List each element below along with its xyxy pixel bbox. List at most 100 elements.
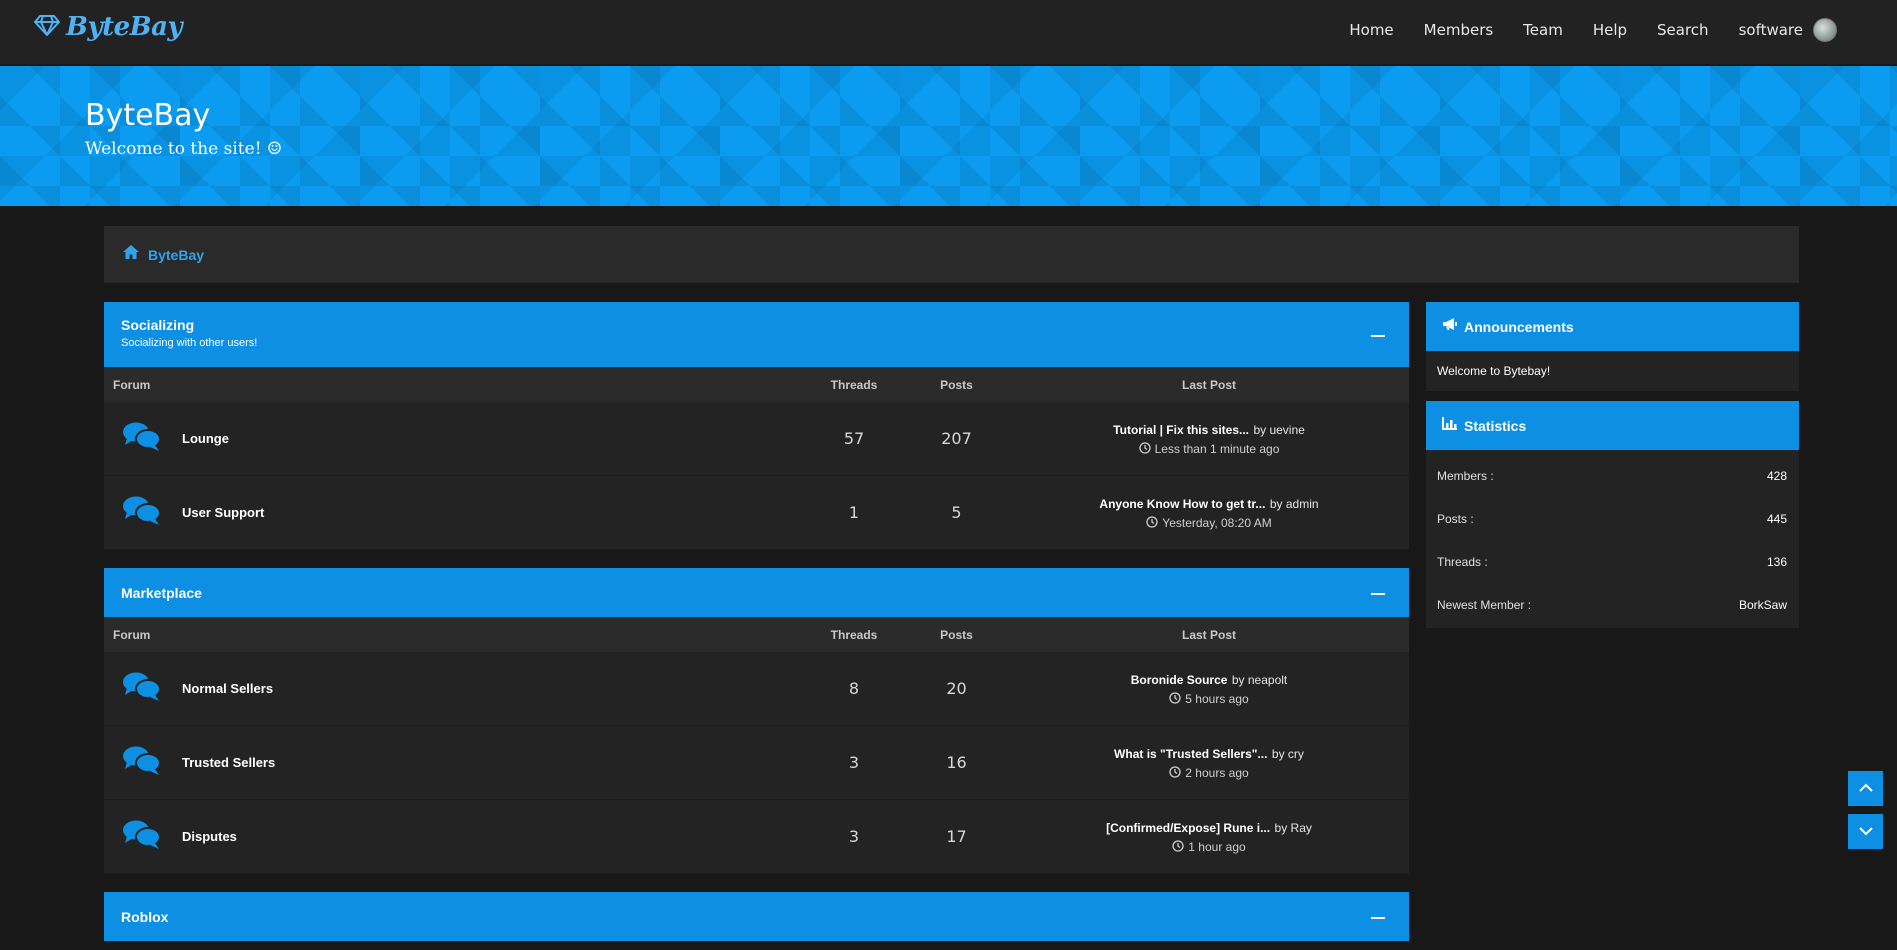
forum-link-lounge[interactable]: Lounge bbox=[182, 431, 229, 446]
statistics-header: Statistics bbox=[1426, 401, 1799, 450]
column-last-post: Last Post bbox=[1181, 627, 1236, 642]
thread-count: 3 bbox=[848, 753, 860, 772]
stat-label: Members : bbox=[1437, 468, 1494, 483]
user-name[interactable]: software bbox=[1739, 21, 1803, 39]
clock-icon bbox=[1169, 691, 1181, 707]
chat-bubbles-icon bbox=[122, 494, 162, 531]
stat-row: Posts : 445 bbox=[1426, 497, 1799, 540]
clock-icon bbox=[1169, 765, 1181, 781]
last-post-title[interactable]: Tutorial | Fix this sites... bbox=[1113, 423, 1249, 437]
thread-count: 3 bbox=[848, 827, 860, 846]
top-navbar: ByteBay Home Members Team Help Search so… bbox=[0, 0, 1897, 65]
forum-row: Disputes 3 17 [Confirmed/Expose] Rune i.… bbox=[104, 800, 1409, 874]
stat-row: Threads : 136 bbox=[1426, 540, 1799, 583]
post-count: 207 bbox=[941, 429, 972, 448]
nav-help[interactable]: Help bbox=[1593, 21, 1627, 39]
collapse-icon[interactable] bbox=[1371, 916, 1385, 919]
last-post: Tutorial | Fix this sites... by uevine L… bbox=[1009, 421, 1409, 457]
category-title[interactable]: Socializing bbox=[121, 317, 1392, 333]
column-forum: Forum bbox=[113, 377, 151, 392]
clock-icon bbox=[1172, 839, 1184, 855]
announcements-header: Announcements bbox=[1426, 302, 1799, 351]
statistics-title: Statistics bbox=[1464, 417, 1527, 434]
category-header: Socializing Socializing with other users… bbox=[104, 302, 1409, 367]
nav-team[interactable]: Team bbox=[1523, 21, 1563, 39]
collapse-icon[interactable] bbox=[1371, 592, 1385, 595]
category-title[interactable]: Marketplace bbox=[121, 585, 202, 601]
header-banner: ByteBay Welcome to the site! ☺ bbox=[0, 66, 1897, 206]
nav-home[interactable]: Home bbox=[1349, 21, 1393, 39]
forum-link-normal-sellers[interactable]: Normal Sellers bbox=[182, 681, 273, 696]
chat-bubbles-icon bbox=[122, 818, 162, 855]
last-post-title[interactable]: Anyone Know How to get tr... bbox=[1099, 497, 1265, 511]
column-last-post: Last Post bbox=[1181, 377, 1236, 392]
breadcrumb-home-link[interactable]: ByteBay bbox=[148, 247, 204, 263]
thread-count: 57 bbox=[843, 429, 865, 448]
logo-text: ByteBay bbox=[66, 12, 183, 42]
chat-bubbles-icon bbox=[122, 744, 162, 781]
forum-link-trusted-sellers[interactable]: Trusted Sellers bbox=[182, 755, 275, 770]
last-post: What is "Trusted Sellers"... by cry 2 ho… bbox=[1009, 745, 1409, 781]
stat-value: 445 bbox=[1766, 511, 1787, 526]
category-header: Marketplace bbox=[104, 568, 1409, 617]
last-post: Boronide Source by neapolt 5 hours ago bbox=[1009, 671, 1409, 707]
chevron-up-icon bbox=[1858, 780, 1873, 798]
home-icon[interactable] bbox=[122, 244, 140, 265]
forum-link-user-support[interactable]: User Support bbox=[182, 505, 264, 520]
site-logo[interactable]: ByteBay bbox=[34, 12, 183, 42]
post-count: 16 bbox=[946, 753, 967, 772]
chevron-down-icon bbox=[1858, 823, 1873, 841]
category-title[interactable]: Roblox bbox=[121, 909, 168, 925]
post-count: 5 bbox=[951, 503, 962, 522]
column-threads: Threads bbox=[830, 627, 878, 642]
thread-count: 8 bbox=[848, 679, 860, 698]
last-post: Anyone Know How to get tr... by admin Ye… bbox=[1009, 495, 1409, 531]
statistics-body: Members : 428 Posts : 445 Threads : 136 New… bbox=[1426, 450, 1799, 628]
banner-title: ByteBay bbox=[85, 98, 211, 133]
last-post-author[interactable]: by cry bbox=[1272, 747, 1304, 761]
chat-bubbles-icon bbox=[122, 670, 162, 707]
forum-row: Normal Sellers 8 20 Boronide Source by n… bbox=[104, 652, 1409, 726]
banner-subtitle: Welcome to the site! ☺ bbox=[85, 139, 283, 159]
last-post-time: Less than 1 minute ago bbox=[1154, 442, 1280, 456]
avatar[interactable] bbox=[1813, 18, 1837, 42]
last-post-time: Yesterday, 08:20 AM bbox=[1162, 516, 1272, 530]
column-header-row: Forum Threads Posts Last Post bbox=[104, 367, 1409, 402]
megaphone-icon bbox=[1442, 317, 1458, 336]
last-post-time: 5 hours ago bbox=[1185, 692, 1249, 706]
chat-bubbles-icon bbox=[122, 420, 162, 457]
clock-icon bbox=[1146, 515, 1158, 531]
forum-list: Socializing Socializing with other users… bbox=[104, 302, 1409, 950]
scroll-down-button[interactable] bbox=[1848, 814, 1883, 849]
stat-value: 136 bbox=[1766, 554, 1787, 569]
column-posts: Posts bbox=[940, 377, 973, 392]
nav-search[interactable]: Search bbox=[1657, 21, 1709, 39]
bar-chart-icon bbox=[1442, 416, 1458, 435]
stat-row: Members : 428 bbox=[1426, 454, 1799, 497]
stat-row: Newest Member : BorkSaw bbox=[1426, 583, 1799, 626]
collapse-icon[interactable] bbox=[1371, 334, 1385, 337]
post-count: 20 bbox=[946, 679, 967, 698]
last-post-title[interactable]: [Confirmed/Expose] Rune i... bbox=[1106, 821, 1270, 835]
last-post-title[interactable]: What is "Trusted Sellers"... bbox=[1114, 747, 1267, 761]
user-menu[interactable]: software bbox=[1739, 18, 1837, 42]
column-forum: Forum bbox=[113, 627, 151, 642]
nav-members[interactable]: Members bbox=[1424, 21, 1494, 39]
last-post-author[interactable]: by admin bbox=[1270, 497, 1319, 511]
category-roblox: Roblox bbox=[104, 892, 1409, 941]
newest-member-link[interactable]: BorkSaw bbox=[1739, 598, 1787, 612]
stat-label: Posts : bbox=[1437, 511, 1474, 526]
last-post-author[interactable]: by uevine bbox=[1253, 423, 1304, 437]
stat-label: Threads : bbox=[1437, 554, 1488, 569]
last-post: [Confirmed/Expose] Rune i... by Ray 1 ho… bbox=[1009, 819, 1409, 855]
last-post-author[interactable]: by Ray bbox=[1275, 821, 1312, 835]
last-post-title[interactable]: Boronide Source bbox=[1131, 673, 1228, 687]
last-post-author[interactable]: by neapolt bbox=[1232, 673, 1287, 687]
forum-link-disputes[interactable]: Disputes bbox=[182, 829, 237, 844]
column-header-row: Forum Threads Posts Last Post bbox=[104, 617, 1409, 652]
sidebar: Announcements Welcome to Bytebay! Statis… bbox=[1426, 302, 1799, 628]
forum-row: Trusted Sellers 3 16 What is "Trusted Se… bbox=[104, 726, 1409, 800]
scroll-up-button[interactable] bbox=[1848, 771, 1883, 806]
announcement-text: Welcome to Bytebay! bbox=[1426, 351, 1799, 391]
last-post-time: 2 hours ago bbox=[1185, 766, 1249, 780]
